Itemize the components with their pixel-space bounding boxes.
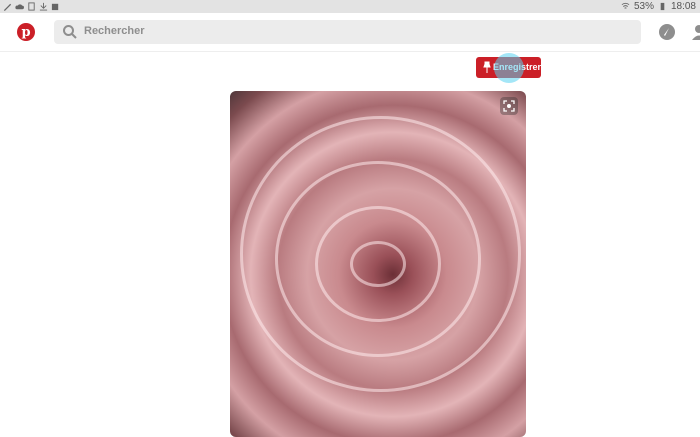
clock: 18:08	[670, 1, 696, 12]
battery-icon	[660, 2, 665, 11]
visual-search-icon[interactable]	[500, 97, 518, 115]
file-icon	[28, 2, 35, 11]
pin-image[interactable]	[230, 91, 526, 437]
cloud-icon	[15, 4, 24, 10]
search-icon	[63, 25, 77, 39]
touch-indicator	[494, 53, 524, 83]
gallery-icon	[51, 3, 59, 11]
compass-icon[interactable]	[658, 23, 676, 41]
download-icon	[39, 2, 48, 11]
pinterest-logo[interactable]: p	[17, 23, 35, 41]
app-header: p Rechercher	[0, 13, 700, 52]
pin-icon	[483, 61, 491, 73]
status-notification-icons	[3, 0, 60, 13]
status-system-info: 53% 18:08	[621, 0, 696, 13]
search-bar[interactable]: Rechercher	[54, 20, 641, 44]
wrench-icon	[3, 3, 12, 11]
battery-percent: 53%	[633, 1, 654, 12]
status-bar: 53% 18:08	[0, 0, 700, 13]
search-input[interactable]: Rechercher	[84, 25, 145, 37]
wifi-icon	[621, 2, 630, 9]
user-icon[interactable]	[691, 24, 700, 40]
